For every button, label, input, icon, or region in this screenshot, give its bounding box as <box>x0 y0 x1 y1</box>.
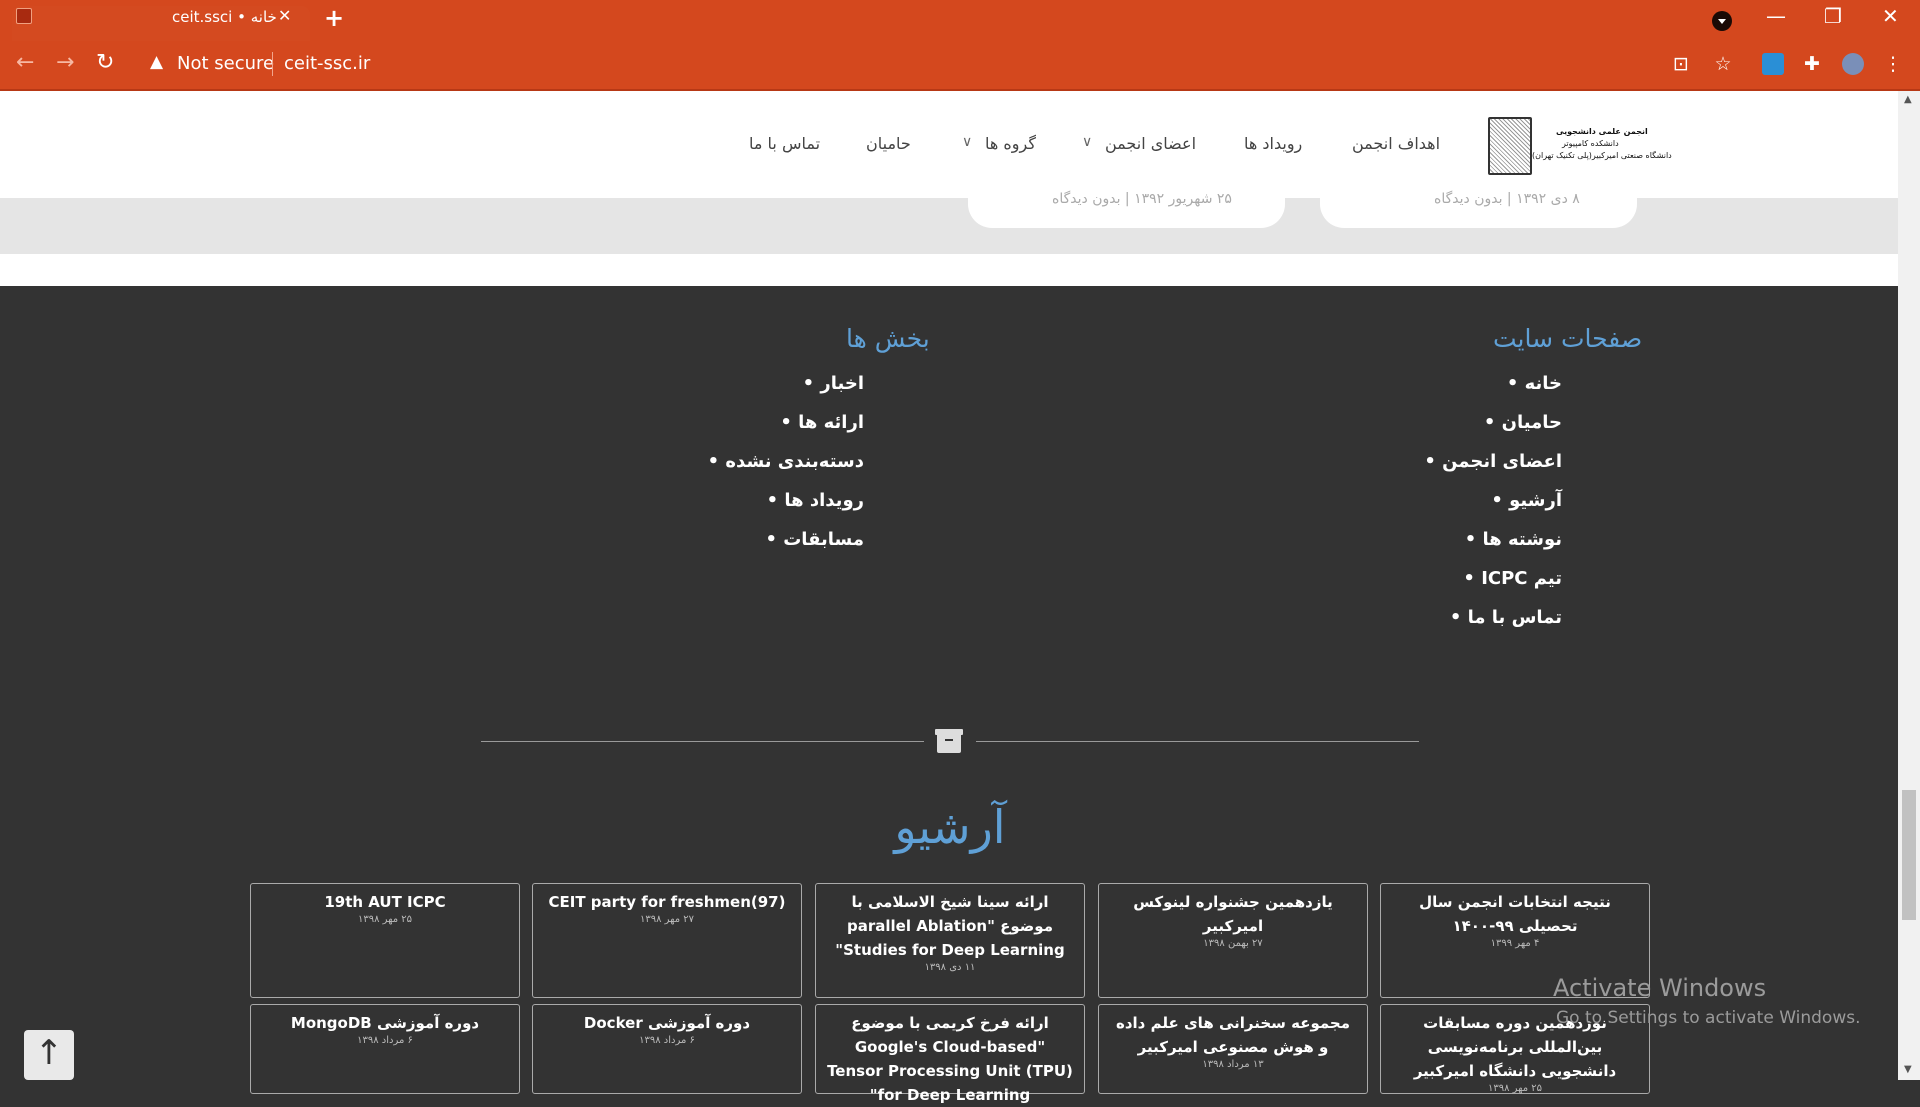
extensions-puzzle-icon[interactable]: ✚ <box>1801 53 1823 75</box>
profile-menu-icon[interactable] <box>1712 11 1732 31</box>
window-close-button[interactable]: ✕ <box>1882 4 1899 28</box>
security-label[interactable]: Not secure <box>177 53 274 74</box>
minimize-button[interactable]: — <box>1766 4 1786 28</box>
footer-link-sponsors[interactable]: حامیان <box>1484 412 1562 433</box>
scroll-down-arrow-icon[interactable]: ▼ <box>1904 1064 1912 1075</box>
archive-item-date: ۱۳ مرداد ۱۳۹۸ <box>1202 1059 1264 1070</box>
windows-watermark-title: Activate Windows <box>1553 974 1767 1002</box>
footer-link-uncategorized[interactable]: دسته‌بندی نشده <box>708 451 864 472</box>
divider-line <box>481 741 924 742</box>
footer-link-archive[interactable]: آرشیو <box>1491 490 1562 511</box>
separator-strip <box>0 254 1898 286</box>
archive-item-date: ۶ مرداد ۱۳۹۸ <box>357 1035 413 1046</box>
archive-item-date: ۴ مهر ۱۳۹۹ <box>1490 938 1540 949</box>
footer-link-news[interactable]: اخبار <box>803 373 864 394</box>
archive-item-title[interactable]: ارائه سینا شیخ الاسلامی با موضوع "parall… <box>826 890 1074 962</box>
menu-events[interactable]: رویداد ها <box>1244 134 1302 153</box>
archive-item[interactable]: 19th AUT ICPC ۲۵ مهر ۱۳۹۸ <box>250 883 520 998</box>
logo-line-3: دانشگاه صنعتی امیرکبیر(پلی تکنیک تهران) <box>1532 151 1672 160</box>
footer-link-competitions[interactable]: مسابقات <box>765 529 864 550</box>
extension-icon[interactable] <box>1762 53 1784 75</box>
archive-item-title[interactable]: دوره آموزشی Docker <box>543 1011 791 1035</box>
archive-item-title[interactable]: دوره آموزشی MongoDB <box>261 1011 509 1035</box>
menu-contact[interactable]: تماس با ما <box>749 134 820 153</box>
url-separator <box>272 52 273 76</box>
page-scrollbar[interactable] <box>1898 91 1920 1080</box>
archive-item-date: ۲۷ بهمن ۱۳۹۸ <box>1203 938 1263 949</box>
bookmark-star-icon[interactable]: ☆ <box>1712 53 1734 75</box>
restore-button[interactable]: ❐ <box>1824 4 1842 28</box>
archive-item-title[interactable]: مجموعه سخنرانی های علم داده و هوش مصنوعی… <box>1109 1011 1357 1059</box>
archive-item[interactable]: ارائه سینا شیخ الاسلامی با موضوع "parall… <box>815 883 1085 998</box>
archive-item[interactable]: CEIT party for freshmen(97) ۲۷ مهر ۱۳۹۸ <box>532 883 802 998</box>
tab-close-icon[interactable]: ✕ <box>278 6 291 25</box>
archive-item-date: ۲۵ مهر ۱۳۹۸ <box>1487 1083 1543 1094</box>
menu-members[interactable]: اعضای انجمن <box>1105 134 1196 153</box>
forward-icon[interactable]: → <box>56 50 74 75</box>
logo-line-1: انجمن علمی دانشجویی <box>1556 127 1648 136</box>
scroll-up-arrow-icon[interactable]: ▲ <box>1904 94 1912 105</box>
archive-item-date: ۲۷ مهر ۱۳۹۸ <box>639 914 695 925</box>
archive-item-date: ۱۱ دی ۱۳۹۸ <box>924 962 976 973</box>
archive-item-date: ۶ مرداد ۱۳۹۸ <box>639 1035 695 1046</box>
footer-link-posts[interactable]: نوشته ها <box>1465 529 1562 550</box>
divider-line <box>976 741 1419 742</box>
archive-item-title[interactable]: CEIT party for freshmen(97) <box>543 890 791 914</box>
translate-icon[interactable]: ⊡ <box>1670 53 1692 75</box>
footer-link-members[interactable]: اعضای انجمن <box>1424 451 1562 472</box>
site-logo[interactable]: انجمن علمی دانشجویی دانشکده کامپیوتر دان… <box>1488 115 1672 175</box>
archive-item[interactable]: مجموعه سخنرانی های علم داده و هوش مصنوعی… <box>1098 1004 1368 1094</box>
archive-item[interactable]: یازدهمین جشنواره لینوکس امیرکبیر ۲۷ بهمن… <box>1098 883 1368 998</box>
menu-goals[interactable]: اهداف انجمن <box>1352 134 1440 153</box>
footer-link-icpc[interactable]: تیم ICPC <box>1463 568 1562 589</box>
tab-title[interactable]: ceit.ssci • خانه <box>172 8 277 26</box>
archive-item[interactable]: دوره آموزشی Docker ۶ مرداد ۱۳۹۸ <box>532 1004 802 1094</box>
menu-groups[interactable]: گروه ها <box>985 134 1036 153</box>
footer-link-home[interactable]: خانه <box>1507 373 1562 394</box>
windows-watermark-subtitle: Go to Settings to activate Windows. <box>1556 1008 1861 1028</box>
archive-title: آرشیو <box>894 800 1006 854</box>
archive-item-title[interactable]: نتیجه انتخابات انجمن سال تحصیلی ۹۹-۱۴۰۰ <box>1391 890 1639 938</box>
browser-menu-icon[interactable]: ⋮ <box>1882 53 1904 75</box>
footer-link-presentations[interactable]: ارائه ها <box>780 412 864 433</box>
archive-item[interactable]: دوره آموزشی MongoDB ۶ مرداد ۱۳۹۸ <box>250 1004 520 1094</box>
footer-link-events[interactable]: رویداد ها <box>767 490 864 511</box>
reload-icon[interactable]: ↻ <box>96 50 114 75</box>
archive-item-date: ۲۵ مهر ۱۳۹۸ <box>357 914 413 925</box>
post-meta: ۸ دی ۱۳۹۲ | بدون دیدگاه <box>1434 191 1580 207</box>
archive-item-title[interactable]: ارائه فرخ کریمی با موضوع "Google's Cloud… <box>826 1011 1074 1107</box>
chevron-down-icon[interactable]: ∨ <box>1082 134 1092 150</box>
tab-favicon <box>16 8 32 24</box>
back-icon[interactable]: ← <box>16 50 34 75</box>
sections-heading: بخش ها <box>846 324 930 353</box>
warning-icon[interactable]: ▲ <box>150 52 163 72</box>
profile-avatar-icon[interactable] <box>1842 53 1864 75</box>
menu-sponsors[interactable]: حامیان <box>866 134 911 153</box>
archive-item-title[interactable]: 19th AUT ICPC <box>261 890 509 914</box>
logo-mark-icon <box>1488 117 1532 175</box>
archive-item[interactable]: ارائه فرخ کریمی با موضوع "Google's Cloud… <box>815 1004 1085 1104</box>
scrollbar-thumb[interactable] <box>1902 790 1916 920</box>
chevron-down-icon[interactable]: ∨ <box>962 134 972 150</box>
archive-box-icon <box>935 729 963 753</box>
post-meta: ۲۵ شهریور ۱۳۹۲ | بدون دیدگاه <box>1052 191 1232 207</box>
logo-line-2: دانشکده کامپیوتر <box>1562 139 1619 148</box>
pages-heading: صفحات سایت <box>1493 324 1643 353</box>
archive-item-title[interactable]: یازدهمین جشنواره لینوکس امیرکبیر <box>1109 890 1357 938</box>
footer-link-contact[interactable]: تماس با ما <box>1450 607 1562 628</box>
scroll-to-top-button[interactable]: ↑ <box>24 1030 74 1080</box>
address-bar[interactable]: ceit-ssc.ir <box>284 53 370 74</box>
new-tab-button[interactable]: + <box>324 4 344 32</box>
